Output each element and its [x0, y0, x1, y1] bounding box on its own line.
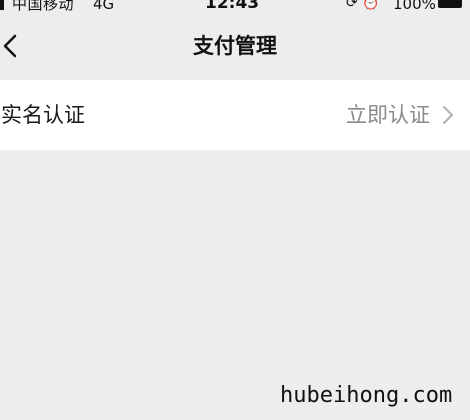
nav-bar: 支付管理: [0, 14, 470, 78]
status-time: 12:43: [205, 0, 260, 13]
rotation-alarm-icon: ⟳ ⏰: [346, 0, 380, 11]
row-value: 立即认证: [346, 103, 430, 127]
watermark: hubeihong.com: [280, 383, 453, 408]
settings-row-real-name[interactable]: 实名认证 立即认证: [0, 80, 470, 150]
battery-icon: [438, 0, 462, 8]
row-label: 实名认证: [1, 103, 85, 127]
signal-icon: [0, 0, 4, 10]
status-bar: 中国移动 4G 12:43 ⟳ ⏰ 100%: [0, 0, 470, 14]
chevron-right-icon: [443, 106, 453, 124]
carrier-name: 中国移动: [12, 0, 75, 13]
page-title: 支付管理: [193, 34, 277, 58]
battery-percent: 100%: [393, 0, 436, 13]
network-type: 4G: [93, 0, 115, 13]
